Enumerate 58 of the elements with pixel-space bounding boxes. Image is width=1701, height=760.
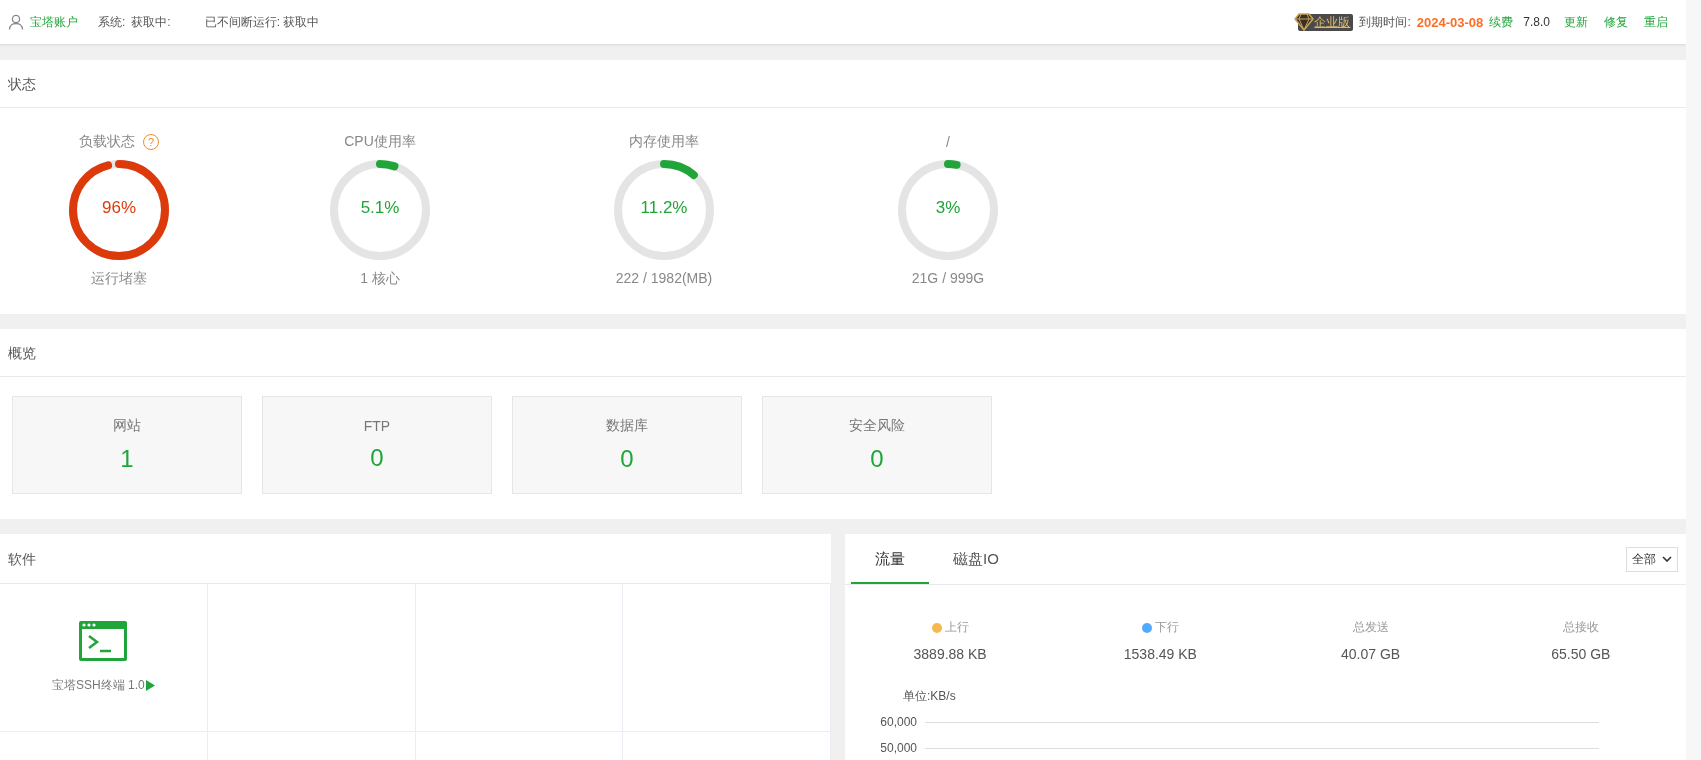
panel-title: 状态 [0,60,1686,108]
overview-card[interactable]: FTP 0 [262,396,492,494]
card-value: 1 [120,445,134,473]
expiry-date: 2024-03-08 [1416,14,1484,30]
stat-value: 40.07 GB [1341,646,1401,662]
card-label: 网站 [113,417,141,435]
gauge-value: 11.2% [639,198,689,218]
panel-title: 软件 [0,534,831,584]
renew-link[interactable]: 续费 [1489,13,1514,31]
gauge-caption: 21G / 999G [911,270,985,286]
range-select[interactable]: 全部 [1626,546,1678,572]
uptime-text: 已不间断运行: 获取中 [204,13,320,31]
diamond-icon [1294,13,1315,31]
tab[interactable]: 流量 [851,534,929,584]
card-value: 0 [370,444,384,472]
stat-value: 1538.49 KB [1123,646,1197,662]
card-label: 数据库 [606,417,648,435]
stat-label: 总发送 [1352,619,1389,636]
panel-title: 概览 [0,329,1686,377]
system-value: 获取中: [131,13,171,31]
gauge-value: 96% [101,198,137,218]
account-link[interactable]: 宝塔账户 [30,13,78,31]
chevron-down-icon [1662,556,1672,562]
gauge-title: / [946,134,950,150]
card-value: 0 [870,445,884,473]
gauge-title: CPU使用率 [344,133,416,151]
software-name[interactable]: 宝塔SSH终端 1.0 [52,677,145,694]
overview-card[interactable]: 网站 1 [12,396,242,494]
stat-label: 上行 [944,619,969,636]
chart-unit: 单位:KB/s [903,688,957,705]
overview-card[interactable]: 安全风险 0 [762,396,992,494]
action-link[interactable]: 修复 [1604,13,1628,31]
gauge-value: 3% [934,198,962,218]
axis-tick-label: 60,000 [879,715,917,729]
user-icon [8,14,24,30]
axis-tick-label: 50,000 [879,741,917,755]
gauge-caption: 222 / 1982(MB) [615,270,713,286]
card-label: FTP [363,418,391,434]
stat-value: 65.50 GB [1551,646,1611,662]
action-link[interactable]: 重启 [1644,13,1668,31]
version-text: 7.8.0 [1523,15,1550,29]
terminal-icon[interactable] [79,621,128,661]
overview-card[interactable]: 数据库 0 [512,396,742,494]
gauge-title: 负载状态 [79,133,135,151]
stat-label: 总接收 [1562,619,1599,636]
tab[interactable]: 磁盘IO [929,534,1023,584]
expiry-label: 到期时间: [1359,13,1411,31]
card-label: 安全风险 [849,417,905,435]
stat-label: 下行 [1154,619,1179,636]
action-link[interactable]: 更新 [1564,13,1588,31]
gauge-value: 5.1% [359,198,401,218]
gauge-caption: 运行堵塞 [91,270,147,288]
stat-value: 3889.88 KB [913,646,987,662]
play-icon[interactable] [145,680,155,691]
gauge-caption: 1 核心 [360,270,400,288]
gauge-title: 内存使用率 [629,133,699,151]
system-label: 系统: [98,13,126,31]
card-value: 0 [620,445,634,473]
